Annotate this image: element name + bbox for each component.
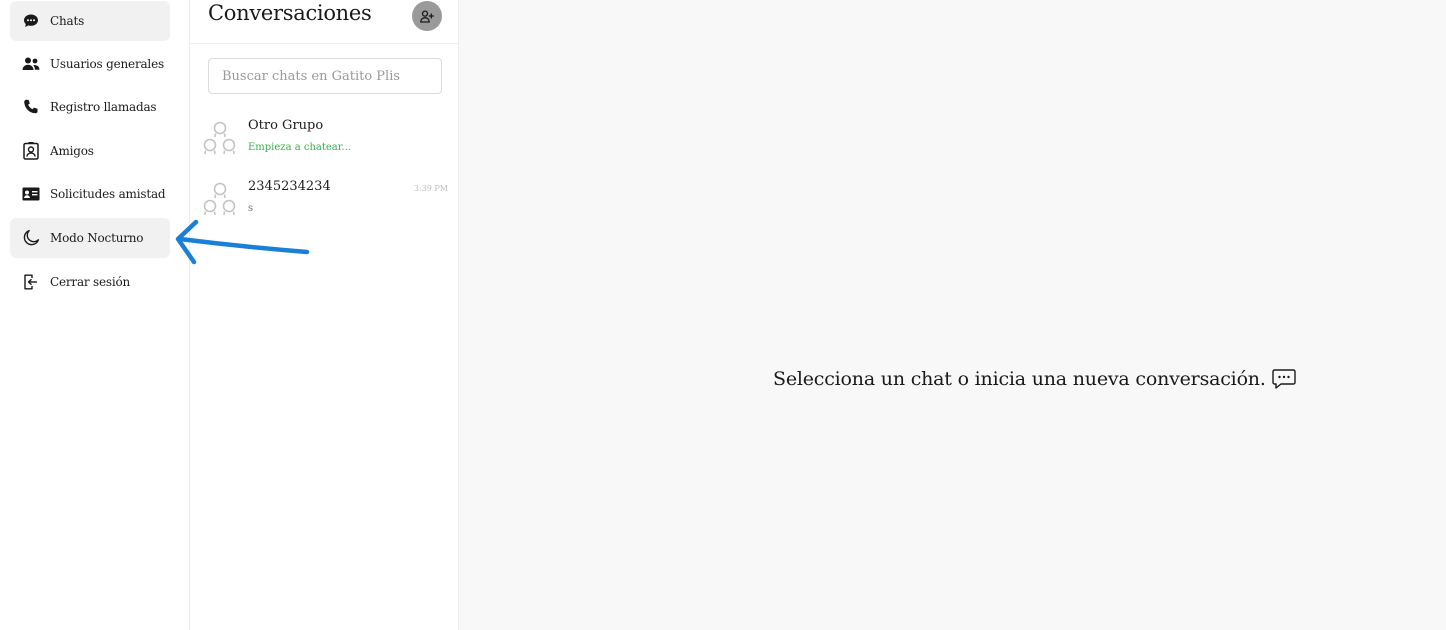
sidebar-item-label: Cerrar sesión: [50, 275, 131, 289]
phone-icon: [22, 98, 40, 116]
chat-name: Otro Grupo: [248, 118, 324, 133]
page-title: Conversaciones: [208, 1, 372, 25]
sidebar-item-chats[interactable]: Chats: [10, 1, 170, 41]
empty-state-text: Selecciona un chat o inicia una nueva co…: [773, 368, 1266, 390]
users-icon: [22, 55, 40, 73]
sidebar-item-modo-nocturno[interactable]: Modo Nocturno: [10, 218, 170, 258]
sidebar-item-label: Amigos: [50, 144, 94, 158]
sidebar-item-label: Modo Nocturno: [50, 231, 144, 245]
chat-preview: s: [248, 203, 254, 214]
contact-card-icon: [22, 142, 40, 160]
add-user-icon: [420, 9, 434, 23]
sidebar-item-label: Chats: [50, 14, 85, 28]
sidebar-item-label: Solicitudes amistad: [50, 187, 166, 201]
logout-icon: [22, 273, 40, 291]
chat-dots-icon: [1271, 368, 1296, 390]
id-card-icon: [22, 185, 40, 203]
conversations-header: Conversaciones: [190, 0, 458, 44]
sidebar-item-cerrar-sesion[interactable]: Cerrar sesión: [10, 262, 170, 302]
group-avatar-icon: [200, 181, 240, 221]
sidebar-item-usuarios-generales[interactable]: Usuarios generales: [10, 44, 170, 84]
sidebar-item-label: Registro llamadas: [50, 100, 157, 114]
sidebar-item-label: Usuarios generales: [50, 57, 164, 71]
sidebar: Chats Usuarios generales Registro llamad…: [0, 0, 190, 630]
empty-state-message: Selecciona un chat o inicia una nueva co…: [773, 368, 1296, 390]
chat-name: 2345234234: [248, 179, 331, 194]
moon-icon: [22, 229, 40, 247]
chat-timestamp: 3:39 PM: [413, 184, 448, 193]
app-window: Chats Usuarios generales Registro llamad…: [0, 0, 1446, 630]
add-user-button[interactable]: [412, 1, 442, 31]
sidebar-item-solicitudes-amistad[interactable]: Solicitudes amistad: [10, 174, 170, 214]
conversations-panel: Conversaciones Buscar chats en Gatito Pl…: [190, 0, 459, 630]
sidebar-item-registro-llamadas[interactable]: Registro llamadas: [10, 87, 170, 127]
search-input[interactable]: [208, 58, 442, 94]
chat-preview: Empieza a chatear...: [248, 142, 351, 153]
chat-list-item[interactable]: 2345234234 s 3:39 PM: [190, 179, 458, 229]
chat-list-item[interactable]: Otro Grupo Empieza a chatear...: [190, 118, 458, 168]
chat-bubble-icon: [22, 12, 40, 30]
group-avatar-icon: [200, 120, 240, 160]
sidebar-item-amigos[interactable]: Amigos: [10, 131, 170, 171]
chat-main-area: Selecciona un chat o inicia una nueva co…: [459, 0, 1446, 630]
